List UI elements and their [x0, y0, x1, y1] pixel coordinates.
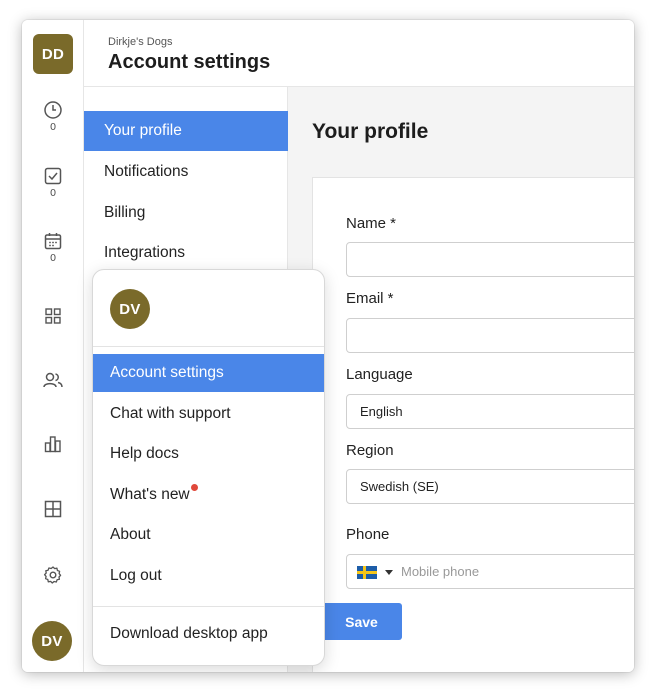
nav-item-integrations[interactable]: Integrations — [84, 233, 288, 273]
region-label: Region — [346, 442, 394, 459]
people-icon — [43, 372, 63, 388]
phone-label: Phone — [346, 526, 390, 543]
calendar-icon — [44, 233, 62, 250]
bar-chart-icon — [44, 436, 61, 453]
rail-item-tasks[interactable]: 0 — [22, 166, 84, 199]
whats-new-label: What's new — [110, 486, 190, 503]
email-label: Email * — [346, 290, 394, 307]
rail-item-calendar[interactable]: 0 — [22, 231, 84, 264]
grid-icon — [45, 308, 61, 324]
calendar-count: 0 — [49, 253, 57, 264]
name-field[interactable] — [346, 242, 634, 277]
user-avatar[interactable]: DV — [32, 621, 72, 661]
email-field[interactable] — [346, 318, 634, 353]
popup-divider — [93, 606, 324, 607]
checkbox-icon — [44, 167, 62, 185]
page-header: Dirkje's Dogs Account settings — [84, 20, 634, 87]
recent-count: 0 — [49, 122, 57, 133]
menu-item-chat-with-support[interactable]: Chat with support — [93, 395, 324, 433]
menu-item-whats-new[interactable]: What's new — [93, 476, 324, 514]
menu-item-download-desktop-app[interactable]: Download desktop app — [93, 615, 324, 653]
name-label: Name * — [346, 215, 397, 232]
profile-content: Your profile Name * Email * Language Eng… — [288, 87, 634, 672]
nav-item-your-profile[interactable]: Your profile — [84, 111, 288, 151]
nav-item-billing[interactable]: Billing — [84, 193, 288, 233]
language-select[interactable]: English — [346, 394, 634, 429]
region-select[interactable]: Swedish (SE) — [346, 469, 634, 504]
rail-item-reports[interactable] — [22, 434, 84, 454]
clock-icon — [44, 101, 62, 119]
rail-item-settings[interactable] — [22, 565, 84, 585]
save-button[interactable]: Save — [321, 603, 402, 640]
user-menu-popup: DV Account settings Chat with support He… — [92, 269, 325, 666]
app-window: DD 0 0 0 DV Dirkje's Dogs Account settin… — [22, 20, 634, 672]
menu-item-about[interactable]: About — [93, 516, 324, 554]
menu-item-account-settings[interactable]: Account settings — [93, 354, 324, 392]
rail-item-layout[interactable] — [22, 499, 84, 519]
rail-item-recent[interactable]: 0 — [22, 100, 84, 133]
sweden-flag-icon[interactable] — [357, 566, 377, 579]
nav-item-notifications[interactable]: Notifications — [84, 152, 288, 192]
popup-divider — [93, 346, 324, 347]
notification-dot-icon — [190, 484, 198, 491]
page-title: Account settings — [108, 51, 271, 73]
phone-field[interactable]: Mobile phone — [346, 554, 634, 589]
tasks-count: 0 — [49, 188, 57, 199]
section-title: Your profile — [312, 120, 429, 143]
language-label: Language — [346, 366, 413, 383]
menu-item-help-docs[interactable]: Help docs — [93, 435, 324, 473]
left-rail: DD 0 0 0 DV — [22, 20, 84, 672]
workspace-name: Dirkje's Dogs — [108, 36, 173, 48]
profile-card: Name * Email * Language English Region S… — [312, 177, 634, 672]
menu-item-log-out[interactable]: Log out — [93, 557, 324, 595]
phone-placeholder: Mobile phone — [401, 564, 480, 579]
gear-icon — [43, 566, 62, 584]
rail-item-apps[interactable] — [22, 306, 84, 326]
layout-icon — [44, 500, 62, 518]
workspace-avatar[interactable]: DD — [33, 34, 73, 74]
rail-item-people[interactable] — [22, 370, 84, 390]
caret-down-icon[interactable] — [385, 570, 393, 575]
popup-avatar: DV — [110, 289, 150, 329]
